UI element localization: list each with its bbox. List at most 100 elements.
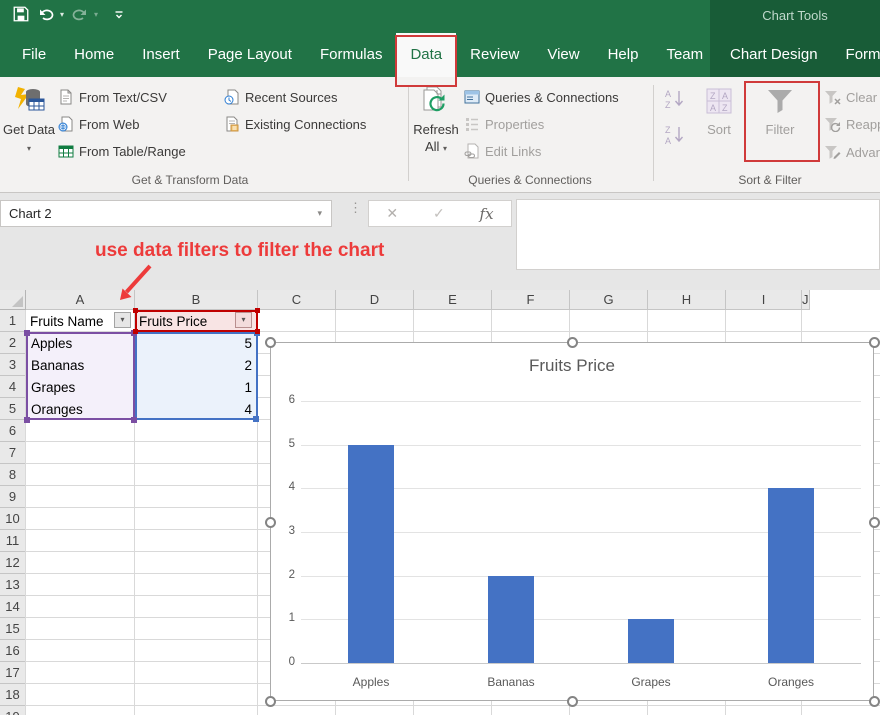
row-header-8[interactable]: 8 bbox=[0, 464, 26, 486]
name-box-dropdown-icon[interactable]: ▾ bbox=[317, 201, 322, 226]
range-fill-handle[interactable] bbox=[24, 417, 30, 423]
customize-qat-icon[interactable] bbox=[112, 7, 126, 21]
svg-text:Z: Z bbox=[710, 91, 716, 101]
bar-bananas[interactable] bbox=[488, 576, 534, 663]
name-box[interactable]: Chart 2 ▾ bbox=[0, 200, 332, 227]
embedded-chart[interactable]: Fruits Price 0123456ApplesBananasGrapesO… bbox=[270, 342, 874, 701]
cell-A4[interactable]: Grapes bbox=[31, 377, 130, 398]
range-fill-handle[interactable] bbox=[253, 416, 259, 422]
row-header-12[interactable]: 12 bbox=[0, 552, 26, 574]
select-all-corner[interactable] bbox=[0, 290, 26, 310]
row-header-16[interactable]: 16 bbox=[0, 640, 26, 662]
column-header-G[interactable]: G bbox=[570, 290, 648, 310]
row-header-11[interactable]: 11 bbox=[0, 530, 26, 552]
group-label-get-transform: Get & Transform Data bbox=[55, 173, 325, 187]
x-axis-label-apples: Apples bbox=[301, 675, 441, 689]
column-header-C[interactable]: C bbox=[258, 290, 336, 310]
annotation-box-corner bbox=[133, 308, 138, 313]
enter-icon[interactable]: ✓ bbox=[433, 205, 445, 222]
row-header-4[interactable]: 4 bbox=[0, 376, 26, 398]
chart-selection-handle[interactable] bbox=[567, 337, 578, 348]
chart-selection-handle[interactable] bbox=[265, 696, 276, 707]
tab-format[interactable]: Format bbox=[832, 33, 880, 77]
tab-team[interactable]: Team bbox=[652, 33, 717, 77]
chart-selection-handle[interactable] bbox=[869, 517, 880, 528]
row-header-9[interactable]: 9 bbox=[0, 486, 26, 508]
group-divider bbox=[653, 85, 654, 181]
chart-selection-handle[interactable] bbox=[265, 337, 276, 348]
column-header-D[interactable]: D bbox=[336, 290, 414, 310]
formula-bar-grip-icon[interactable]: ⋮ bbox=[349, 204, 362, 211]
from-web-button[interactable]: From Web bbox=[58, 113, 139, 135]
cell-A5[interactable]: Oranges bbox=[31, 399, 130, 420]
range-fill-handle[interactable] bbox=[131, 417, 137, 423]
row-header-14[interactable]: 14 bbox=[0, 596, 26, 618]
row-header-7[interactable]: 7 bbox=[0, 442, 26, 464]
tab-page-layout[interactable]: Page Layout bbox=[194, 33, 306, 77]
tab-home[interactable]: Home bbox=[60, 33, 128, 77]
bar-apples[interactable] bbox=[348, 445, 394, 663]
chart-selection-handle[interactable] bbox=[567, 696, 578, 707]
existing-connections-button[interactable]: Existing Connections bbox=[224, 113, 366, 135]
cell-B2[interactable]: 5 bbox=[139, 333, 252, 354]
column-header-F[interactable]: F bbox=[492, 290, 570, 310]
tab-data[interactable]: Data bbox=[396, 33, 456, 77]
cancel-icon[interactable]: ✕ bbox=[386, 205, 398, 222]
queries-connections-icon bbox=[464, 89, 480, 105]
group-label-queries: Queries & Connections bbox=[425, 173, 635, 187]
row-header-1[interactable]: 1 bbox=[0, 310, 26, 332]
insert-function-icon[interactable]: fx bbox=[480, 205, 494, 223]
get-data-button[interactable]: Get Data ▾ bbox=[2, 84, 56, 157]
tab-chart-design[interactable]: Chart Design bbox=[716, 33, 832, 77]
cell-A3[interactable]: Bananas bbox=[31, 355, 130, 376]
refresh-all-button[interactable]: Refresh All ▾ bbox=[410, 84, 462, 157]
queries-connections-button[interactable]: Queries & Connections bbox=[464, 86, 619, 108]
row-header-5[interactable]: 5 bbox=[0, 398, 26, 420]
row-header-6[interactable]: 6 bbox=[0, 420, 26, 442]
filter-dropdown-fruits-price[interactable]: ▾ bbox=[235, 312, 252, 328]
undo-dropdown-icon[interactable]: ▾ bbox=[60, 10, 64, 19]
recent-sources-button[interactable]: Recent Sources bbox=[224, 86, 338, 108]
tab-help[interactable]: Help bbox=[594, 33, 653, 77]
svg-text:Z: Z bbox=[665, 100, 671, 110]
row-header-19[interactable]: 19 bbox=[0, 706, 26, 715]
edit-links-button: Edit Links bbox=[464, 140, 541, 162]
chart-title[interactable]: Fruits Price bbox=[271, 356, 873, 376]
from-text-csv-button[interactable]: From Text/CSV bbox=[58, 86, 167, 108]
tab-review[interactable]: Review bbox=[456, 33, 533, 77]
row-header-18[interactable]: 18 bbox=[0, 684, 26, 706]
bar-grapes[interactable] bbox=[628, 619, 674, 663]
reapply-filter-icon bbox=[824, 116, 841, 132]
properties-button: Properties bbox=[464, 113, 544, 135]
chart-selection-handle[interactable] bbox=[265, 517, 276, 528]
tab-insert[interactable]: Insert bbox=[128, 33, 194, 77]
cell-B4[interactable]: 1 bbox=[139, 377, 252, 398]
cell-B3[interactable]: 2 bbox=[139, 355, 252, 376]
formula-input[interactable] bbox=[516, 199, 880, 270]
undo-icon[interactable] bbox=[36, 6, 56, 22]
bar-oranges[interactable] bbox=[768, 488, 814, 663]
row-header-13[interactable]: 13 bbox=[0, 574, 26, 596]
column-header-I[interactable]: I bbox=[726, 290, 802, 310]
chart-selection-handle[interactable] bbox=[869, 337, 880, 348]
column-header-H[interactable]: H bbox=[648, 290, 726, 310]
row-header-2[interactable]: 2 bbox=[0, 332, 26, 354]
row-header-3[interactable]: 3 bbox=[0, 354, 26, 376]
column-header-E[interactable]: E bbox=[414, 290, 492, 310]
column-header-J[interactable]: J bbox=[802, 290, 810, 310]
chart-selection-handle[interactable] bbox=[869, 696, 880, 707]
cell-A2[interactable]: Apples bbox=[31, 333, 130, 354]
tab-file[interactable]: File bbox=[8, 33, 60, 77]
row-header-17[interactable]: 17 bbox=[0, 662, 26, 684]
tab-formulas[interactable]: Formulas bbox=[306, 33, 397, 77]
properties-icon bbox=[464, 116, 480, 132]
from-table-range-button[interactable]: From Table/Range bbox=[58, 140, 186, 162]
filter-dropdown-fruits-name[interactable]: ▾ bbox=[114, 312, 131, 328]
cell-B5[interactable]: 4 bbox=[139, 399, 252, 420]
from-text-csv-icon bbox=[58, 89, 74, 105]
tab-view[interactable]: View bbox=[533, 33, 593, 77]
row-header-10[interactable]: 10 bbox=[0, 508, 26, 530]
save-icon[interactable] bbox=[12, 5, 30, 23]
row-header-15[interactable]: 15 bbox=[0, 618, 26, 640]
chart-gridline bbox=[301, 401, 861, 402]
